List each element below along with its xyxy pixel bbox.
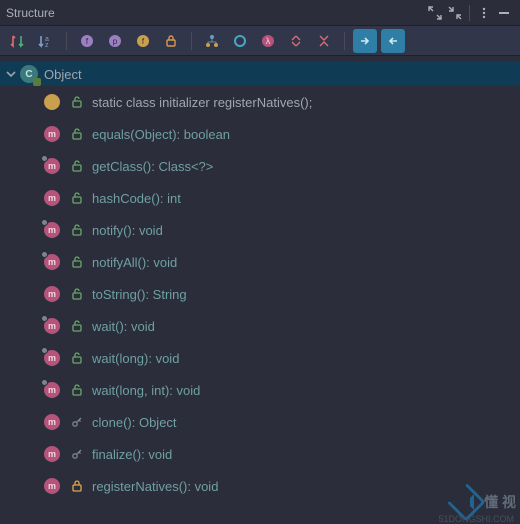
sort-visibility-icon[interactable] <box>6 29 30 53</box>
separator <box>191 32 192 50</box>
member-row[interactable]: m clone(): Object <box>0 406 520 438</box>
svg-text:λ: λ <box>266 36 271 46</box>
separator <box>66 32 67 50</box>
method-icon: m <box>44 318 60 334</box>
member-row[interactable]: m notify(): void <box>0 214 520 246</box>
tree-root-row[interactable]: C Object <box>0 62 520 86</box>
native-marker-icon <box>41 219 48 226</box>
separator <box>469 5 470 21</box>
member-signature: toString(): String <box>92 287 187 302</box>
native-marker-icon <box>41 347 48 354</box>
method-icon: m <box>44 126 60 142</box>
method-icon: m <box>44 158 60 174</box>
unlock-icon <box>70 351 84 365</box>
initializer-icon <box>44 94 60 110</box>
member-signature: getClass(): Class<?> <box>92 159 213 174</box>
show-methods-icon[interactable]: f <box>131 29 155 53</box>
key-icon <box>70 415 84 429</box>
method-icon: m <box>44 222 60 238</box>
separator <box>344 32 345 50</box>
minimize-icon[interactable] <box>494 3 514 23</box>
method-icon: m <box>44 286 60 302</box>
root-label: Object <box>44 67 82 82</box>
native-marker-icon <box>41 379 48 386</box>
show-lambda-icon[interactable]: λ <box>256 29 280 53</box>
native-marker-icon <box>41 251 48 258</box>
member-signature: hashCode(): int <box>92 191 181 206</box>
member-signature: registerNatives(): void <box>92 479 218 494</box>
member-row[interactable]: m wait(long): void <box>0 342 520 374</box>
panel-title: Structure <box>6 6 55 20</box>
member-row[interactable]: m getClass(): Class<?> <box>0 150 520 182</box>
chevron-down-icon[interactable] <box>4 67 18 81</box>
member-row[interactable]: m equals(Object): boolean <box>0 118 520 150</box>
sort-alpha-icon[interactable]: az <box>34 29 58 53</box>
native-marker-icon <box>41 155 48 162</box>
unlock-icon <box>70 127 84 141</box>
unlock-icon <box>70 287 84 301</box>
member-signature: clone(): Object <box>92 415 177 430</box>
native-marker-icon <box>41 315 48 322</box>
unlock-icon <box>70 319 84 333</box>
member-row[interactable]: m wait(): void <box>0 310 520 342</box>
collapse-in-icon[interactable] <box>445 3 465 23</box>
member-row[interactable]: m registerNatives(): void <box>0 470 520 502</box>
autoscroll-from-source-icon[interactable] <box>381 29 405 53</box>
unlock-icon <box>70 383 84 397</box>
watermark-text: 懂 视 <box>484 492 516 512</box>
expand-out-icon[interactable] <box>425 3 445 23</box>
show-non-public-icon[interactable] <box>159 29 183 53</box>
unlock-icon <box>70 95 84 109</box>
method-icon: m <box>44 414 60 430</box>
method-icon: m <box>44 350 60 366</box>
structure-toolbar: az f p f λ <box>0 26 520 56</box>
watermark: 懂 视 <box>452 488 516 516</box>
unlock-icon <box>70 191 84 205</box>
svg-text:z: z <box>45 42 49 49</box>
method-icon: m <box>44 382 60 398</box>
member-signature: finalize(): void <box>92 447 172 462</box>
show-properties-icon[interactable]: p <box>103 29 127 53</box>
show-anonymous-icon[interactable] <box>228 29 252 53</box>
member-signature: equals(Object): boolean <box>92 127 230 142</box>
panel-header: Structure <box>0 0 520 26</box>
expand-all-icon[interactable] <box>284 29 308 53</box>
member-signature: wait(): void <box>92 319 155 334</box>
unlock-icon <box>70 159 84 173</box>
show-inherited-icon[interactable] <box>200 29 224 53</box>
method-icon: m <box>44 190 60 206</box>
watermark-sub: 51DONGSHI.COM <box>438 514 514 524</box>
autoscroll-to-source-icon[interactable] <box>353 29 377 53</box>
member-list: static class initializer registerNatives… <box>0 86 520 502</box>
unlock-icon <box>70 255 84 269</box>
member-row[interactable]: m toString(): String <box>0 278 520 310</box>
lock-icon <box>70 479 84 493</box>
unlock-icon <box>70 223 84 237</box>
member-row[interactable]: m notifyAll(): void <box>0 246 520 278</box>
member-signature: notifyAll(): void <box>92 255 177 270</box>
final-badge-icon <box>33 78 41 86</box>
svg-text:p: p <box>113 37 118 46</box>
member-row[interactable]: m wait(long, int): void <box>0 374 520 406</box>
member-signature: notify(): void <box>92 223 163 238</box>
class-icon: C <box>20 65 38 83</box>
member-row[interactable]: m finalize(): void <box>0 438 520 470</box>
more-vert-icon[interactable] <box>474 3 494 23</box>
collapse-all-icon[interactable] <box>312 29 336 53</box>
member-row[interactable]: static class initializer registerNatives… <box>0 86 520 118</box>
key-icon <box>70 447 84 461</box>
structure-tree: C Object static class initializer regist… <box>0 56 520 508</box>
method-icon: m <box>44 446 60 462</box>
method-icon: m <box>44 254 60 270</box>
member-signature: wait(long, int): void <box>92 383 200 398</box>
show-fields-icon[interactable]: f <box>75 29 99 53</box>
member-signature: wait(long): void <box>92 351 179 366</box>
method-icon: m <box>44 478 60 494</box>
member-signature: static class initializer registerNatives… <box>92 95 312 110</box>
member-row[interactable]: m hashCode(): int <box>0 182 520 214</box>
